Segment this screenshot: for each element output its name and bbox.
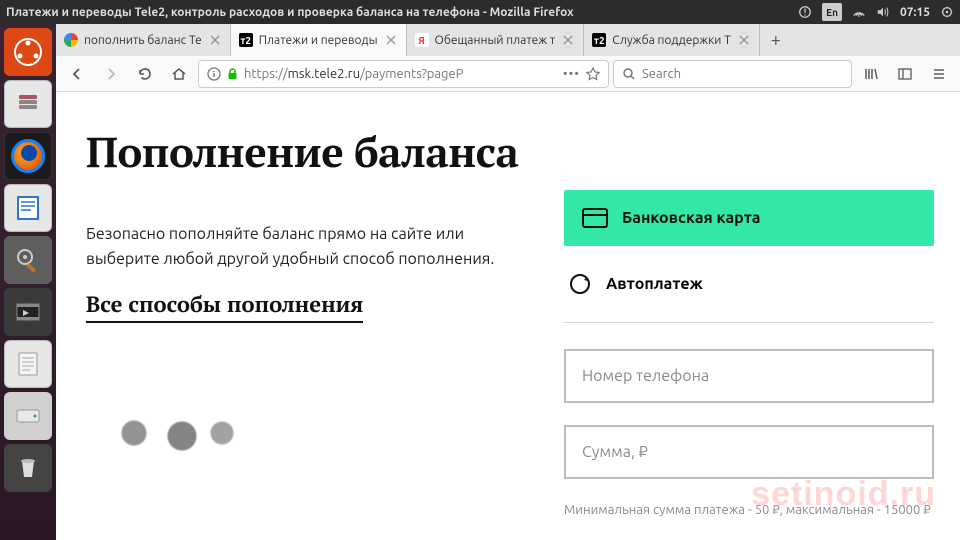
launcher-trash[interactable] bbox=[4, 444, 52, 492]
tab-label: пополнить баланс Те bbox=[84, 34, 202, 47]
launcher-notes[interactable] bbox=[4, 340, 52, 388]
page-content: Пополнение баланса Безопасно пополняйте … bbox=[56, 92, 960, 540]
forward-button[interactable] bbox=[96, 60, 126, 88]
menu-button[interactable] bbox=[924, 60, 954, 88]
browser-window: пополнить баланс Те т2 Платежи и перевод… bbox=[56, 24, 960, 540]
os-top-bar: Платежи и переводы Tele2, контроль расхо… bbox=[0, 0, 960, 24]
ubuntu-launcher bbox=[0, 24, 56, 540]
sidebar-button[interactable] bbox=[890, 60, 920, 88]
decor-image bbox=[86, 403, 524, 463]
launcher-files[interactable] bbox=[4, 80, 52, 128]
lock-icon bbox=[227, 68, 238, 80]
phone-field[interactable]: Номер телефона bbox=[564, 349, 934, 403]
method-autopay[interactable]: Автоплатеж bbox=[564, 262, 934, 306]
info-icon[interactable] bbox=[207, 67, 221, 81]
bookmark-icon[interactable] bbox=[586, 67, 600, 81]
tab-3[interactable]: т2 Служба поддержки Т bbox=[584, 24, 760, 56]
browser-toolbar: https://msk.tele2.ru/payments?pageP ••• … bbox=[56, 56, 960, 92]
close-icon[interactable] bbox=[561, 33, 575, 47]
card-icon bbox=[582, 208, 608, 228]
home-button[interactable] bbox=[164, 60, 194, 88]
launcher-writer[interactable] bbox=[4, 184, 52, 232]
volume-icon[interactable] bbox=[876, 3, 890, 21]
close-icon[interactable] bbox=[384, 33, 398, 47]
url-bar[interactable]: https://msk.tele2.ru/payments?pageP ••• bbox=[198, 60, 609, 88]
divider bbox=[564, 322, 934, 323]
tab-2[interactable]: Я Обещанный платеж т bbox=[407, 24, 585, 56]
window-title: Платежи и переводы Tele2, контроль расхо… bbox=[6, 6, 798, 19]
method-label: Автоплатеж bbox=[606, 275, 703, 293]
favicon-google bbox=[64, 33, 78, 47]
close-icon[interactable] bbox=[208, 33, 222, 47]
reload-button[interactable] bbox=[130, 60, 160, 88]
close-icon[interactable] bbox=[737, 33, 751, 47]
page-actions-icon[interactable]: ••• bbox=[563, 67, 580, 81]
lead-text: Безопасно пополняйте баланс прямо на сай… bbox=[86, 222, 524, 272]
favicon-yandex: Я bbox=[415, 33, 429, 47]
search-placeholder: Search bbox=[642, 67, 681, 81]
launcher-firefox[interactable] bbox=[4, 132, 52, 180]
launcher-settings[interactable] bbox=[4, 236, 52, 284]
new-tab-button[interactable]: + bbox=[760, 24, 792, 56]
right-column: Банковская карта Автоплатеж Номер телефо… bbox=[564, 124, 934, 540]
tab-1[interactable]: т2 Платежи и переводы bbox=[231, 24, 407, 56]
all-methods-link[interactable]: Все способы пополнения bbox=[86, 290, 363, 323]
power-icon[interactable] bbox=[940, 3, 954, 21]
updates-icon[interactable] bbox=[798, 3, 812, 21]
search-bar[interactable]: Search bbox=[613, 60, 852, 88]
system-tray: En 07:15 bbox=[798, 3, 954, 21]
lang-indicator[interactable]: En bbox=[822, 3, 842, 21]
phone-placeholder: Номер телефона bbox=[582, 367, 709, 385]
library-button[interactable] bbox=[856, 60, 886, 88]
tab-label: Платежи и переводы bbox=[259, 34, 378, 47]
left-column: Пополнение баланса Безопасно пополняйте … bbox=[86, 124, 524, 540]
tab-label: Обещанный платеж т bbox=[435, 34, 556, 47]
network-icon[interactable] bbox=[852, 3, 866, 21]
tab-0[interactable]: пополнить баланс Те bbox=[56, 24, 231, 56]
tab-label: Служба поддержки Т bbox=[612, 34, 731, 47]
dash-button[interactable] bbox=[4, 28, 52, 76]
favicon-t2: т2 bbox=[239, 33, 253, 47]
favicon-t2: т2 bbox=[592, 33, 606, 47]
autopay-icon bbox=[568, 272, 592, 296]
page-title: Пополнение баланса bbox=[86, 124, 524, 180]
sum-placeholder: Сумма, ₽ bbox=[582, 443, 648, 461]
tab-strip: пополнить баланс Те т2 Платежи и перевод… bbox=[56, 24, 960, 56]
launcher-video[interactable] bbox=[4, 288, 52, 336]
method-card[interactable]: Банковская карта bbox=[564, 190, 934, 246]
sum-field[interactable]: Сумма, ₽ bbox=[564, 425, 934, 479]
back-button[interactable] bbox=[62, 60, 92, 88]
search-icon bbox=[622, 67, 636, 81]
url-text: https://msk.tele2.ru/payments?pageP bbox=[244, 67, 557, 81]
method-label: Банковская карта bbox=[622, 209, 761, 227]
clock[interactable]: 07:15 bbox=[900, 3, 930, 21]
launcher-disk[interactable] bbox=[4, 392, 52, 440]
amount-hint: Минимальная сумма платежа - 50 ₽, максим… bbox=[564, 501, 934, 519]
